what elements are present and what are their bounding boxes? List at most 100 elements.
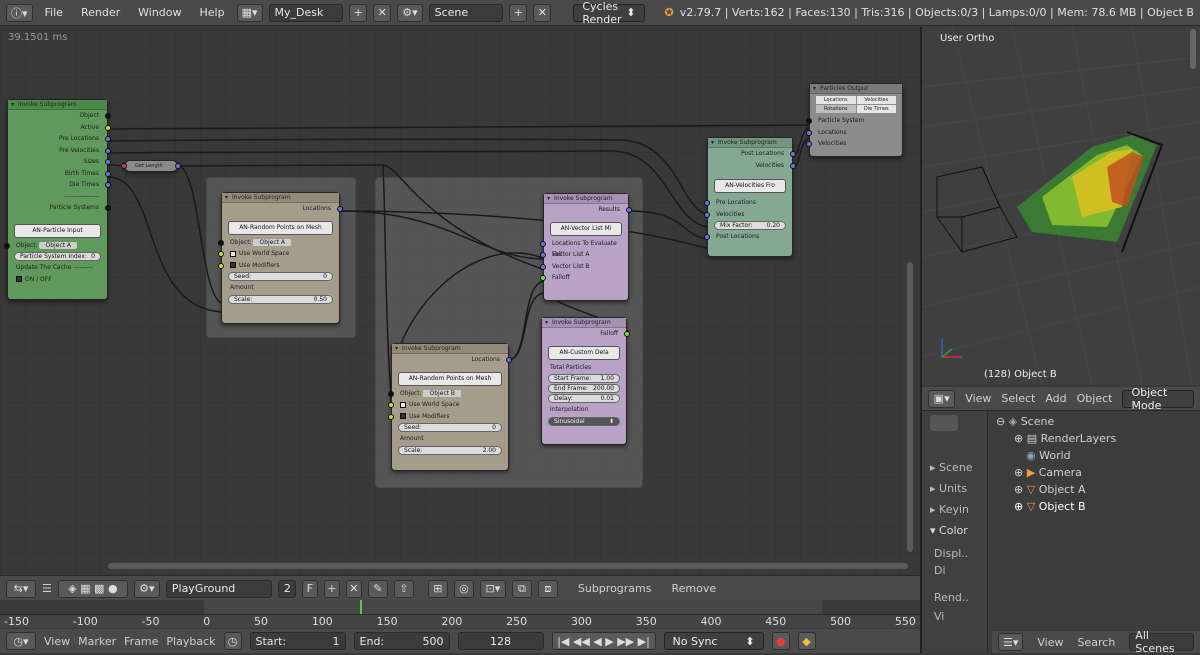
psi-field[interactable]: Particle System Index: 0 bbox=[14, 252, 101, 261]
delete-scene-button[interactable]: ✕ bbox=[533, 3, 552, 22]
playback-controls[interactable]: |◀ ◀◀ ◀ ▶ ▶▶ ▶| bbox=[551, 632, 656, 650]
timeline[interactable]: -150 -100 -50 0 50 100 150 200 250 300 350 400 450 50… bbox=[0, 600, 920, 653]
node-editor[interactable]: 39.1501 ms Object A Object B ▾ Invoke Su… bbox=[0, 27, 920, 575]
new-tree-button[interactable]: + bbox=[323, 579, 340, 598]
parent-icon[interactable]: ⇧ bbox=[393, 579, 414, 598]
pin-icon[interactable]: ✎ bbox=[367, 579, 388, 598]
tree-item-object-a[interactable]: ⊕ ▽ Object A bbox=[992, 481, 1196, 498]
3d-viewport[interactable]: User Ortho (128) Object B bbox=[922, 27, 1200, 385]
node-vector-list-mix[interactable]: Invoke Subprogram Results AN-Vector List… bbox=[540, 193, 632, 301]
mode-select[interactable]: Object Mode bbox=[1122, 386, 1194, 412]
timeline-editor-icon[interactable]: ◷▾ bbox=[6, 632, 36, 650]
paste-icon[interactable]: ⧈ bbox=[537, 579, 558, 598]
tree-item-camera[interactable]: ⊕ ▶ Camera bbox=[992, 464, 1196, 481]
end-frame-field[interactable]: End: 500 bbox=[353, 632, 450, 650]
subprogram-button[interactable]: AN-Vector List Mi bbox=[550, 221, 622, 236]
vertical-scrollbar[interactable] bbox=[907, 262, 913, 552]
object-row[interactable]: Object: Object B bbox=[388, 388, 508, 400]
snap-icon[interactable]: ⊞ bbox=[427, 579, 448, 598]
menu-select[interactable]: Select bbox=[1001, 392, 1035, 405]
node-tree-browse-icon[interactable]: ⚙▾ bbox=[133, 579, 160, 598]
add-screen-button[interactable]: + bbox=[349, 3, 368, 22]
node-random-points-b[interactable]: Invoke Subprogram Locations AN-Random Po… bbox=[388, 343, 512, 471]
modifiers-row[interactable]: Use Modifiers bbox=[218, 260, 339, 272]
preview-range-icon[interactable]: ◷ bbox=[223, 632, 242, 650]
mix-factor-field[interactable]: Mix Factor: 0.20 bbox=[714, 221, 786, 230]
menu-view[interactable]: View bbox=[44, 635, 70, 648]
opt-die-times[interactable]: Die Times bbox=[856, 105, 896, 113]
start-frame-field[interactable]: Start Frame: 1.00 bbox=[548, 374, 620, 383]
object-row[interactable]: Object: Object A bbox=[4, 240, 107, 252]
sidebar-item-color[interactable]: ▾ Color bbox=[930, 524, 979, 537]
current-frame-field[interactable]: 128 bbox=[457, 632, 544, 650]
subprogram-button[interactable]: AN-Particle Input bbox=[14, 223, 101, 238]
subprogram-button[interactable]: AN-Custom Dela bbox=[548, 345, 620, 360]
scale-field[interactable]: Scale: 0.50 bbox=[228, 294, 333, 304]
tree-item-world[interactable]: ◉ World bbox=[992, 447, 1196, 464]
node-particles-output[interactable]: Particles Output Locations Velocities Ro… bbox=[806, 83, 903, 157]
sidebar-item-keying[interactable]: ▸ Keyin bbox=[930, 503, 979, 516]
tree-item-object-b[interactable]: ⊕ ▽ Object B bbox=[992, 498, 1196, 515]
tree-item-renderlayers[interactable]: ⊕ ▤ RenderLayers bbox=[992, 430, 1196, 447]
scene-icon[interactable]: ⚙▾ bbox=[397, 3, 423, 22]
start-frame-field[interactable]: Start: 1 bbox=[249, 632, 346, 650]
footer-view[interactable]: View bbox=[1037, 636, 1063, 649]
seed-field[interactable]: Seed: 0 bbox=[398, 423, 502, 432]
menu-frame[interactable]: Frame bbox=[124, 635, 158, 648]
end-frame-field[interactable]: End Frame: 200.00 bbox=[548, 384, 620, 393]
menu-object[interactable]: Object bbox=[1077, 392, 1113, 405]
keying-set-icon[interactable]: ◆ bbox=[797, 632, 816, 650]
sync-select[interactable]: No Sync ⬍ bbox=[663, 632, 764, 650]
copy-icon[interactable]: ⧉ bbox=[511, 579, 532, 598]
world-space-row[interactable]: Use World Space bbox=[218, 248, 339, 260]
info-editor-icon[interactable]: ⓘ▾ bbox=[6, 3, 33, 22]
opt-velocities[interactable]: Velocities bbox=[856, 96, 896, 104]
interpolation-select[interactable]: Sinusoidal ⬍ bbox=[548, 416, 620, 426]
delete-screen-button[interactable]: ✕ bbox=[373, 3, 392, 22]
subprogram-button[interactable]: AN-Velocities Fro bbox=[714, 179, 786, 193]
viewport-scrollbar[interactable] bbox=[1190, 29, 1196, 69]
magnet-icon[interactable]: ◎ bbox=[453, 579, 474, 598]
add-scene-button[interactable]: + bbox=[509, 3, 528, 22]
menu-view[interactable]: View bbox=[965, 392, 991, 405]
menu-marker[interactable]: Marker bbox=[78, 635, 116, 648]
node-tree-name-field[interactable]: PlayGround bbox=[165, 579, 272, 598]
scene-name-field[interactable]: Scene bbox=[428, 3, 504, 22]
footer-search[interactable]: Search bbox=[1078, 636, 1116, 649]
sidebar-item-di[interactable]: Di bbox=[934, 564, 975, 577]
fake-user-button[interactable]: F bbox=[301, 579, 318, 598]
seed-field[interactable]: Seed: 0 bbox=[228, 272, 333, 281]
screen-layout-icon[interactable]: ▦▾ bbox=[236, 3, 263, 22]
menu-icon[interactable]: ☰ bbox=[42, 582, 52, 595]
record-button[interactable]: ● bbox=[771, 632, 790, 650]
remove-menu[interactable]: Remove bbox=[672, 582, 717, 595]
node-custom-delay[interactable]: Invoke Subprogram Falloff AN-Custom Dela… bbox=[541, 317, 630, 445]
subprogram-button[interactable]: AN-Random Points on Mesh bbox=[398, 371, 502, 386]
menu-file[interactable]: File bbox=[39, 6, 69, 19]
timeline-track[interactable] bbox=[0, 600, 920, 614]
current-frame-marker[interactable] bbox=[360, 600, 362, 614]
render-engine-select[interactable]: Cycles Render ⬍ bbox=[573, 0, 645, 26]
opt-locations[interactable]: Locations bbox=[816, 96, 856, 104]
node-velocities[interactable]: Invoke Subprogram Post Locations Velocit… bbox=[704, 137, 796, 257]
scale-field[interactable]: Scale: 2.00 bbox=[398, 445, 502, 455]
menu-playback[interactable]: Playback bbox=[166, 635, 215, 648]
footer-filter[interactable]: All Scenes bbox=[1129, 629, 1194, 655]
unlink-tree-button[interactable]: ✕ bbox=[345, 579, 362, 598]
outliner[interactable]: ▸ Scene ▸ Units ▸ Keyin ▾ Color Displ.. … bbox=[922, 411, 1200, 655]
modifiers-row[interactable]: Use Modifiers bbox=[388, 411, 508, 423]
node-get-length[interactable]: Get Length bbox=[121, 160, 181, 172]
subprogram-button[interactable]: AN-Random Points on Mesh bbox=[228, 220, 333, 235]
tree-item-scene[interactable]: ⊖ ◈ Scene bbox=[992, 413, 1196, 430]
onoff-row[interactable]: ON / OFF bbox=[8, 274, 107, 286]
menu-window[interactable]: Window bbox=[132, 6, 187, 19]
outliner-type-icon[interactable]: ☰▾ bbox=[998, 633, 1024, 651]
sidebar-item-units[interactable]: ▸ Units bbox=[930, 482, 979, 495]
editor-type-icon[interactable]: ⇆▾ bbox=[6, 579, 36, 598]
node-random-points-a[interactable]: Invoke Subprogram Locations AN-Random Po… bbox=[218, 192, 343, 324]
delay-field[interactable]: Delay: 0.01 bbox=[548, 394, 620, 403]
object-row[interactable]: Object: Object A bbox=[218, 237, 339, 249]
sidebar-item-scene[interactable]: ▸ Scene bbox=[930, 461, 979, 474]
menu-render[interactable]: Render bbox=[75, 6, 126, 19]
users-count[interactable]: 2 bbox=[277, 579, 296, 598]
